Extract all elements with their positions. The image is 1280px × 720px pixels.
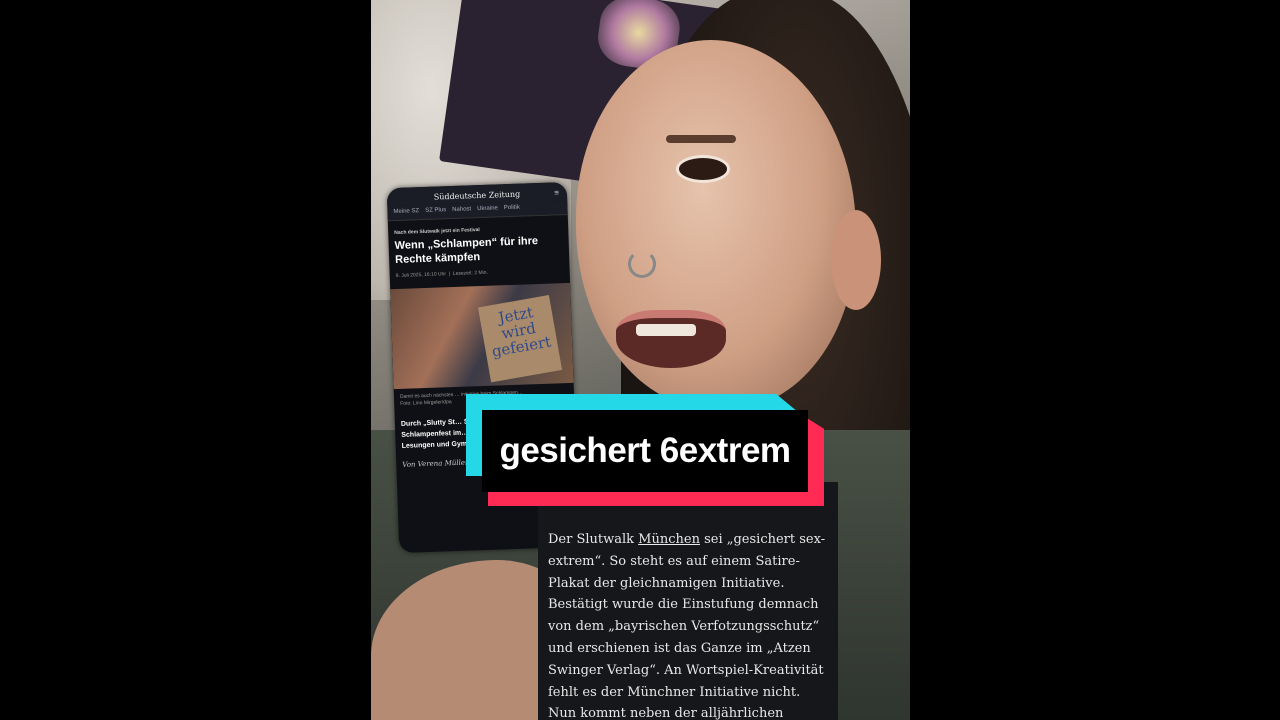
article-text-overlay: Der Slutwalk München sei „gesichert sex-… <box>538 482 838 720</box>
article-body: Der Slutwalk München sei „gesichert sex-… <box>538 482 838 720</box>
mouth <box>616 310 726 368</box>
article-text-start: Der Slutwalk <box>548 532 639 547</box>
protest-sign: Jetzt wird gefeiert <box>477 295 563 383</box>
nav-item: Meine SZ <box>393 208 420 216</box>
nav-item: Politik <box>503 204 520 212</box>
nose-ring <box>628 250 656 278</box>
teeth <box>636 324 696 336</box>
article-text-rest: sei „gesichert sex-extrem“. So steht es … <box>548 532 826 720</box>
article-link-muenchen[interactable]: München <box>638 532 700 547</box>
article-photo: Jetzt wird gefeiert <box>390 282 574 390</box>
nav-item: Ukraine <box>477 205 498 213</box>
eyebrow <box>666 135 736 143</box>
letterbox-left <box>0 0 371 720</box>
nav-item: SZ Plus <box>425 207 447 214</box>
ear <box>831 210 881 310</box>
video-caption-text: gesichert 6extrem <box>499 431 791 470</box>
hamburger-menu-icon: ≡ <box>554 188 560 198</box>
letterbox-right <box>910 0 1280 720</box>
nav-item: Nahost <box>452 206 472 213</box>
video-caption-box: gesichert 6extrem <box>482 410 808 492</box>
eye <box>676 155 730 183</box>
article-date: 9. Juli 2025, 16:10 Uhr <box>395 271 447 279</box>
article-read-time: Lesezeit: 2 Min. <box>452 269 489 277</box>
